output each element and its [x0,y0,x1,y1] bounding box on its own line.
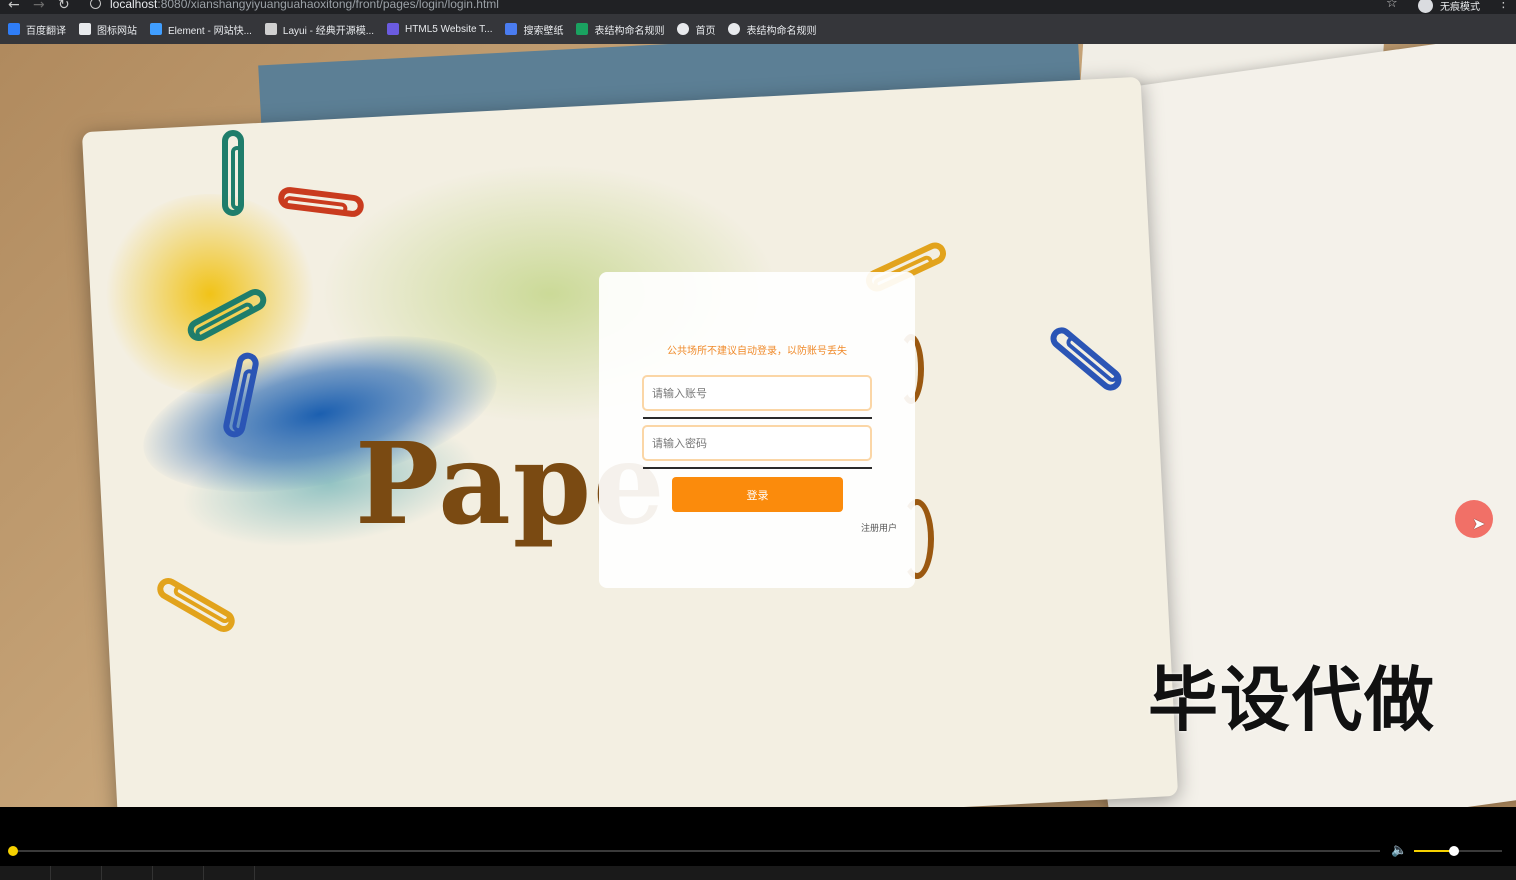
table-icon [576,23,589,35]
url-host: localhost [110,0,158,11]
element-icon [150,23,162,35]
bookmark-item[interactable]: HTML5 Website T... [387,23,492,35]
bookmark-item[interactable]: 搜索壁纸 [505,22,563,37]
globe-icon [728,23,741,35]
bookmark-label: Element - 网站快... [168,25,252,37]
taskbar-slot[interactable] [204,866,255,880]
forward-arrow-icon[interactable]: → [33,0,45,13]
bookmarks-bar: 百度翻译 图标网站 Element - 网站快... Layui - 经典开源模...… [0,14,1516,44]
volume-fill [1414,850,1454,852]
bookmark-label: 表结构命名规则 [746,25,817,37]
globe-icon [677,23,690,35]
password-input[interactable] [642,425,872,461]
taskbar-slot[interactable] [153,866,204,880]
divider [643,467,872,469]
taskbar-slot[interactable] [51,866,102,880]
flag-icon [79,23,91,35]
bookmark-item[interactable]: Element - 网站快... [150,22,252,37]
bookmark-label: 图标网站 [97,25,137,37]
watermark-text: 毕设代做 [1148,659,1436,741]
divider [643,417,872,419]
bookmark-label: 百度翻译 [26,25,66,37]
mouse-cursor-icon: ➤ [1472,514,1486,533]
html5-icon [387,23,400,35]
url-path: :8080/xianshangyiyuanguahaoxitong/front/… [157,0,499,11]
taskbar-slot[interactable] [102,866,153,880]
incognito-icon[interactable] [1418,0,1433,13]
bookmark-label: HTML5 Website T... [405,23,493,35]
bookmark-item[interactable]: 表结构命名规则 [576,22,664,37]
back-arrow-icon[interactable]: ← [8,0,20,13]
bookmark-item[interactable]: 表结构命名规则 [728,22,816,37]
bookmark-item[interactable]: Layui - 经典开源模... [264,22,375,37]
bookmark-label: 首页 [695,25,716,37]
bookmark-item[interactable]: 首页 [677,22,715,37]
login-panel: 公共场所不建议自动登录，以防账号丢失 登录 注册用户 [599,272,915,588]
bookmark-label: Layui - 经典开源模... [282,25,375,37]
progress-bar[interactable] [12,850,1380,852]
taskbar-slot[interactable] [0,866,51,880]
paperclip-icon [222,130,244,216]
bookmark-item[interactable]: 百度翻译 [8,22,66,37]
browser-toolbar: ← → ↻ localhost:8080/xianshangyiyuanguah… [0,0,1516,14]
kebab-menu-icon[interactable]: ⋮ [1497,0,1510,11]
progress-knob[interactable] [8,846,18,856]
bookmark-label: 搜索壁纸 [523,25,564,37]
star-icon[interactable]: ☆ [1386,0,1398,11]
bookmark-item[interactable]: 图标网站 [79,22,137,37]
account-input[interactable] [642,375,872,411]
translate-icon [8,23,20,35]
reload-icon[interactable]: ↻ [58,0,70,13]
volume-knob[interactable] [1449,846,1459,856]
register-link[interactable]: 注册用户 [861,521,897,534]
volume-icon[interactable]: 🔈 [1391,843,1407,858]
wallpaper-icon [505,23,518,35]
address-bar[interactable]: localhost:8080/xianshangyiyuanguahaoxito… [110,0,499,11]
login-notice: 公共场所不建议自动登录，以防账号丢失 [667,346,847,357]
info-icon[interactable] [90,0,101,9]
taskbar [0,866,1516,880]
login-button[interactable]: 登录 [672,477,843,512]
incognito-label[interactable]: 无痕模式 [1440,0,1480,13]
bookmark-label: 表结构命名规则 [594,25,665,37]
layui-icon [264,23,277,35]
